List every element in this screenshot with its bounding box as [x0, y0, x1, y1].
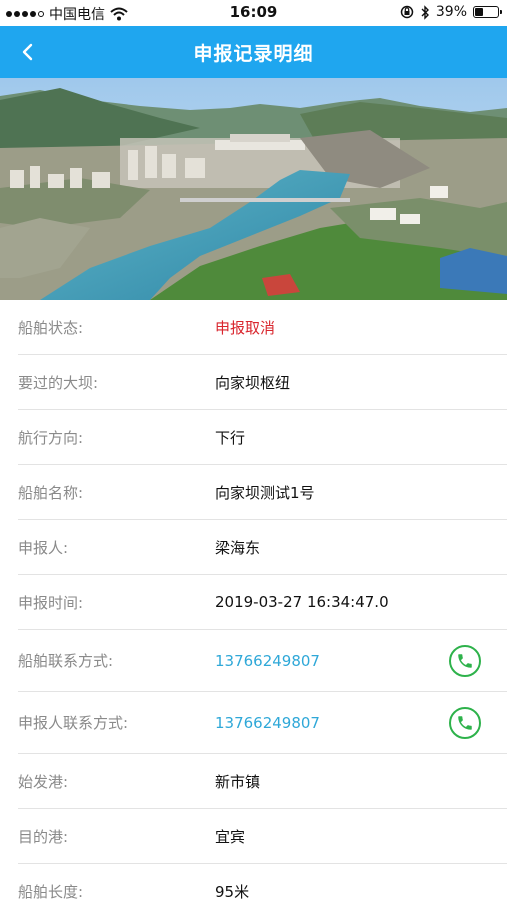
ship-status-value: 申报取消 [215, 318, 276, 337]
detail-row-dam: 要过的大坝: 向家坝枢纽 [18, 355, 507, 410]
ship-contact-phone[interactable]: 13766249807 [215, 630, 320, 691]
detail-label: 始发港: [18, 772, 69, 791]
dam-value: 向家坝枢纽 [215, 373, 291, 392]
phone-call-icon [458, 653, 472, 668]
battery-percent: 39% [435, 4, 467, 20]
detail-row-declare-time: 申报时间: 2019-03-27 16:34:47.0 [18, 575, 507, 630]
page-title: 申报记录明细 [193, 43, 314, 65]
detail-row-declarant: 申报人: 梁海东 [18, 520, 507, 575]
direction-value: 下行 [215, 428, 246, 447]
detail-label: 申报人联系方式: [18, 714, 129, 732]
detail-row-direction: 航行方向: 下行 [18, 410, 507, 465]
call-ship-button[interactable] [449, 644, 481, 677]
call-declarant-button[interactable] [449, 706, 481, 739]
status-bar: 中国电信 16:09 39% [0, 0, 507, 26]
navigation-bar: 申报记录明细 [0, 26, 507, 78]
declarant-value: 梁海东 [215, 538, 261, 557]
battery-icon [473, 6, 502, 18]
detail-row-departure-port: 始发港: 新市镇 [18, 754, 507, 809]
detail-label: 船舶长度: [18, 883, 84, 900]
detail-label: 船舶名称: [18, 483, 84, 502]
phone-call-icon [458, 715, 472, 730]
detail-label: 要过的大坝: [18, 373, 99, 392]
departure-port-value: 新市镇 [215, 772, 261, 791]
ship-name-value: 向家坝测试1号 [215, 483, 315, 502]
ship-length-value: 95米 [215, 883, 250, 900]
status-bar-right: 39% [400, 4, 502, 20]
bluetooth-icon [421, 4, 429, 20]
detail-row-ship-status: 船舶状态: 申报取消 [18, 300, 507, 355]
destination-port-value: 宜宾 [215, 827, 246, 846]
declare-time-value: 2019-03-27 16:34:47.0 [215, 593, 389, 611]
detail-row-declarant-contact: 申报人联系方式: 13766249807 [18, 692, 507, 754]
detail-row-ship-name: 船舶名称: 向家坝测试1号 [18, 465, 507, 520]
detail-row-ship-length: 船舶长度: 95米 [18, 864, 507, 900]
rotation-lock-icon [400, 5, 414, 19]
declaration-detail-list: 船舶状态: 申报取消 要过的大坝: 向家坝枢纽 航行方向: 下行 船舶名称: 向… [18, 300, 507, 900]
detail-label: 申报人: [18, 538, 69, 557]
detail-row-destination-port: 目的港: 宜宾 [18, 809, 507, 864]
detail-label: 航行方向: [18, 428, 84, 447]
detail-label: 申报时间: [18, 593, 84, 612]
detail-label: 船舶状态: [18, 318, 84, 337]
dam-banner-image [0, 78, 507, 300]
detail-row-ship-contact: 船舶联系方式: 13766249807 [18, 630, 507, 692]
detail-label: 目的港: [18, 827, 69, 846]
declarant-contact-phone[interactable]: 13766249807 [215, 692, 320, 753]
detail-label: 船舶联系方式: [18, 652, 114, 670]
